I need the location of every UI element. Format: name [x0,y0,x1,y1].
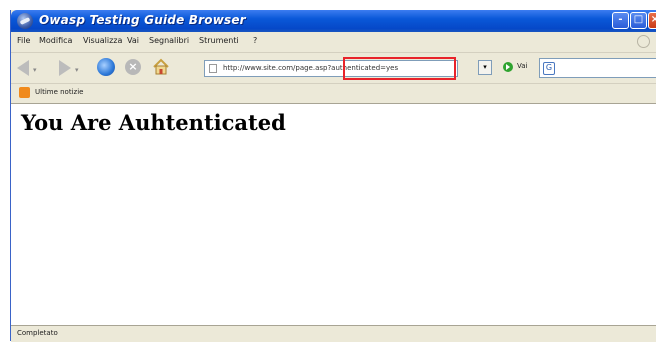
status-text: Completato [17,329,58,337]
url-parameter-highlight [343,57,456,80]
menu-help[interactable]: ? [253,36,257,45]
menu-file[interactable]: File [17,36,30,45]
search-box[interactable]: G [539,58,656,78]
page-icon [209,64,217,73]
back-icon[interactable] [17,60,29,76]
throbber-icon [637,35,650,48]
forward-icon[interactable] [59,60,71,76]
menu-segnalibri[interactable]: Segnalibri [149,36,189,45]
status-bar: Completato [11,325,656,342]
minimize-button[interactable]: - [612,12,629,29]
bookmark-ultime-notizie[interactable]: Ultime notizie [35,88,83,96]
forward-dropdown-icon[interactable]: ▾ [75,66,79,74]
menu-bar: File Modifica Visualizza Vai Segnalibri … [11,32,656,53]
menu-vai[interactable]: Vai [127,36,139,45]
reload-icon[interactable] [97,58,115,76]
menu-visualizza[interactable]: Visualizza [83,36,122,45]
url-history-dropdown[interactable]: ▾ [478,60,492,75]
back-dropdown-icon[interactable]: ▾ [33,66,37,74]
page-heading: You Are Auhtenticated [21,110,286,135]
search-engine-icon[interactable]: G [543,62,555,75]
page-content: You Are Auhtenticated [11,104,656,325]
bookmarks-toolbar: Ultime notizie [11,84,656,104]
close-button[interactable]: × [648,12,656,29]
home-icon[interactable] [152,58,170,76]
go-icon[interactable] [503,62,513,72]
menu-strumenti[interactable]: Strumenti [199,36,239,45]
app-icon [17,13,33,29]
maximize-button[interactable]: □ [630,12,647,29]
stop-icon[interactable]: × [125,59,141,75]
go-button-label[interactable]: Vai [517,62,527,70]
title-bar[interactable]: Owasp Testing Guide Browser - □ × [11,10,656,32]
rss-feed-icon [19,87,30,98]
navigation-toolbar: ▾ ▾ × http://www.site.com/page.asp?authe… [11,53,656,84]
window-title: Owasp Testing Guide Browser [39,13,246,27]
menu-modifica[interactable]: Modifica [39,36,72,45]
browser-window: Owasp Testing Guide Browser - □ × File M… [10,10,656,342]
